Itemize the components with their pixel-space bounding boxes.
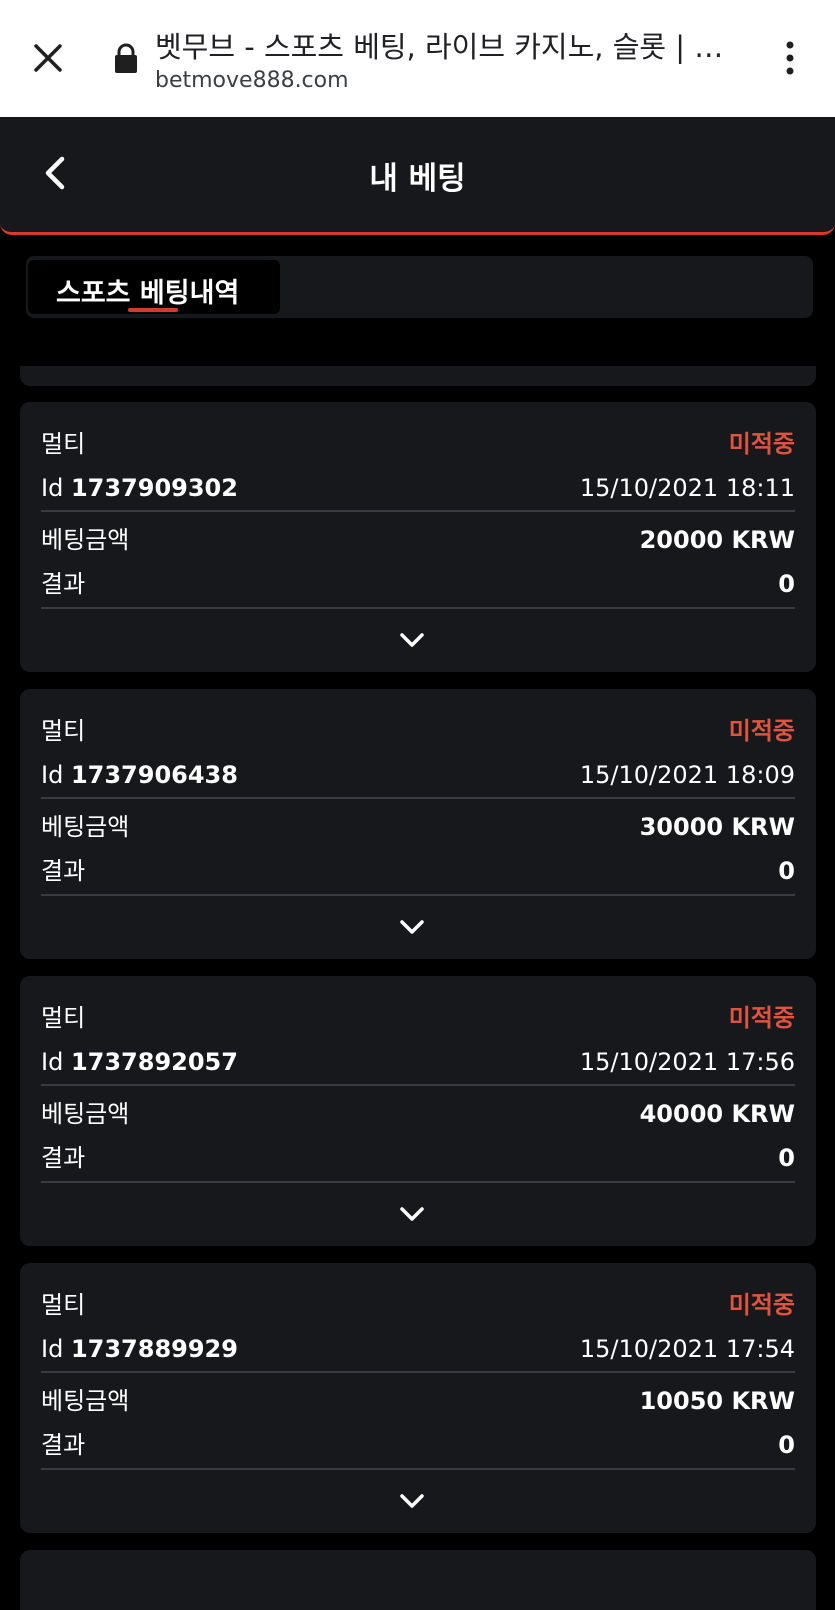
bet-amount-label: 베팅금액 xyxy=(41,1100,130,1128)
divider xyxy=(41,1181,795,1183)
bet-datetime: 15/10/2021 18:11 xyxy=(579,474,795,502)
bet-id-label: Id xyxy=(41,1335,64,1363)
bet-card-partial xyxy=(20,366,816,386)
chevron-down-icon[interactable] xyxy=(396,1489,428,1513)
lock-icon xyxy=(112,42,140,74)
bet-card: 멀티 미적중 Id 1737892057 15/10/2021 17:56 베팅… xyxy=(20,976,816,1246)
bet-id: Id 1737906438 xyxy=(41,755,238,795)
divider xyxy=(41,510,795,512)
divider xyxy=(41,797,795,799)
bet-type: 멀티 xyxy=(41,1291,86,1319)
bet-type: 멀티 xyxy=(41,717,86,745)
bet-id: Id 1737909302 xyxy=(41,468,238,508)
bet-result-label: 결과 xyxy=(41,857,86,885)
bet-id-label: Id xyxy=(41,1048,64,1076)
browser-url[interactable]: betmove888.com xyxy=(155,68,349,93)
tab-sports-bet-history[interactable]: 스포츠 베팅내역 xyxy=(28,260,280,314)
bet-result-value: 0 xyxy=(778,857,795,885)
divider xyxy=(41,607,795,609)
chevron-down-icon[interactable] xyxy=(396,915,428,939)
bet-id-label: Id xyxy=(41,761,64,789)
bet-card: 멀티 미적중 Id 1737909302 15/10/2021 18:11 베팅… xyxy=(20,402,816,672)
app-header: 내 베팅 xyxy=(0,117,835,235)
browser-page-title: 벳무브 - 스포츠 베팅, 라이브 카지노, 슬롯 | … xyxy=(155,30,724,64)
bet-result-label: 결과 xyxy=(41,1144,86,1172)
bet-amount-label: 베팅금액 xyxy=(41,1387,130,1415)
bet-result-value: 0 xyxy=(778,1144,795,1172)
bet-type: 멀티 xyxy=(41,430,86,458)
bet-id-value: 1737892057 xyxy=(70,1048,238,1076)
divider xyxy=(41,894,795,896)
bet-datetime: 15/10/2021 17:54 xyxy=(579,1335,795,1363)
bet-id: Id 1737889929 xyxy=(41,1329,238,1369)
bet-card: 멀티 미적중 Id 1737906438 15/10/2021 18:09 베팅… xyxy=(20,689,816,959)
bet-id-value: 1737889929 xyxy=(70,1335,238,1363)
bet-status: 미적중 xyxy=(728,1004,795,1032)
bet-amount-value: 40000 KRW xyxy=(639,1100,795,1128)
bet-card: 멀티 미적중 Id 1737889929 15/10/2021 17:54 베팅… xyxy=(20,1263,816,1533)
page-title: 내 베팅 xyxy=(369,161,466,197)
tab-bar: 스포츠 베팅내역 xyxy=(26,256,813,318)
bet-id-value: 1737909302 xyxy=(70,474,238,502)
bet-id: Id 1737892057 xyxy=(41,1042,238,1082)
bet-status: 미적중 xyxy=(728,1291,795,1319)
bet-result-label: 결과 xyxy=(41,570,86,598)
browser-toolbar: 벳무브 - 스포츠 베팅, 라이브 카지노, 슬롯 | … betmove888… xyxy=(0,0,835,117)
bet-amount-label: 베팅금액 xyxy=(41,526,130,554)
bet-type: 멀티 xyxy=(41,1004,86,1032)
divider xyxy=(41,1468,795,1470)
bet-result-value: 0 xyxy=(778,570,795,598)
bet-list: 멀티 미적중 Id 1737909302 15/10/2021 18:11 베팅… xyxy=(20,402,816,1550)
bet-id-label: Id xyxy=(41,474,64,502)
bet-amount-value: 10050 KRW xyxy=(639,1387,795,1415)
tab-active-indicator xyxy=(128,308,178,312)
more-vert-icon[interactable] xyxy=(778,38,802,78)
divider xyxy=(41,1084,795,1086)
bet-result-value: 0 xyxy=(778,1431,795,1459)
bet-amount-value: 30000 KRW xyxy=(639,813,795,841)
close-icon[interactable] xyxy=(28,38,68,78)
bet-card-partial xyxy=(20,1550,816,1610)
chevron-down-icon[interactable] xyxy=(396,628,428,652)
bet-status: 미적중 xyxy=(728,717,795,745)
chevron-down-icon[interactable] xyxy=(396,1202,428,1226)
divider xyxy=(41,1371,795,1373)
bet-datetime: 15/10/2021 17:56 xyxy=(579,1048,795,1076)
bet-amount-label: 베팅금액 xyxy=(41,813,130,841)
tab-label: 스포츠 베팅내역 xyxy=(56,278,240,309)
bet-amount-value: 20000 KRW xyxy=(639,526,795,554)
bet-id-value: 1737906438 xyxy=(70,761,238,789)
bet-datetime: 15/10/2021 18:09 xyxy=(579,761,795,789)
bet-status: 미적중 xyxy=(728,430,795,458)
bet-result-label: 결과 xyxy=(41,1431,86,1459)
